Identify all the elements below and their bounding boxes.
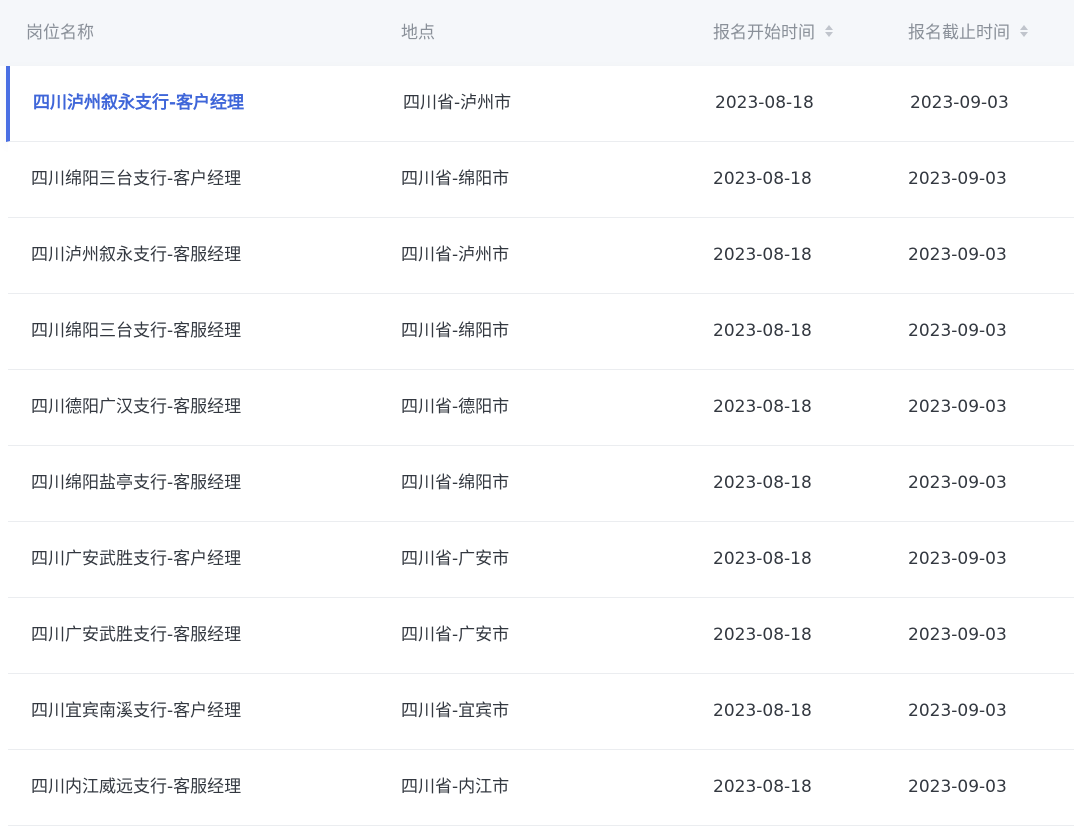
table-row[interactable]: 四川宜宾南溪支行-客户经理 四川省-宜宾市 2023-08-18 2023-09-03 xyxy=(8,674,1074,750)
start-date-cell: 2023-08-18 xyxy=(713,169,812,189)
position-name-cell[interactable]: 四川内江威远支行-客服经理 xyxy=(31,750,241,825)
table-row[interactable]: 四川绵阳盐亭支行-客服经理 四川省-绵阳市 2023-08-18 2023-09-03 xyxy=(8,446,1074,522)
job-table: 岗位名称 地点 报名开始时间 报名截止时间 四川泸州叙永支行-客户经理四川省-泸… xyxy=(0,0,1074,830)
position-name-cell[interactable]: 四川绵阳三台支行-客户经理 xyxy=(31,142,241,217)
start-date-cell: 2023-08-18 xyxy=(713,549,812,569)
end-date-cell: 2023-09-03 xyxy=(908,549,1007,569)
location-cell: 四川省-广安市 xyxy=(401,549,510,569)
position-name-cell[interactable]: 四川泸州叙永支行-客户经理 xyxy=(33,66,244,141)
end-date-cell: 2023-09-03 xyxy=(908,397,1007,417)
position-name-cell[interactable]: 四川绵阳三台支行-客服经理 xyxy=(31,294,241,369)
table-row[interactable]: 四川泸州叙永支行-客服经理 四川省-泸州市 2023-08-18 2023-09-03 xyxy=(8,218,1074,294)
start-date-cell: 2023-08-18 xyxy=(713,625,812,645)
table-row[interactable]: 四川广安武胜支行-客户经理 四川省-广安市 2023-08-18 2023-09-03 xyxy=(8,522,1074,598)
sort-icon[interactable] xyxy=(824,22,834,40)
column-header-label: 报名截止时间 xyxy=(908,23,1010,43)
start-date-cell: 2023-08-18 xyxy=(713,777,812,797)
table-header: 岗位名称 地点 报名开始时间 报名截止时间 xyxy=(0,0,1074,66)
end-date-cell: 2023-09-03 xyxy=(908,625,1007,645)
end-date-cell: 2023-09-03 xyxy=(908,321,1007,341)
table-row[interactable]: 四川绵阳三台支行-客服经理 四川省-绵阳市 2023-08-18 2023-09-03 xyxy=(8,294,1074,370)
position-name-cell[interactable]: 四川广安武胜支行-客户经理 xyxy=(31,522,241,597)
position-name-cell[interactable]: 四川广安武胜支行-客服经理 xyxy=(31,598,241,673)
start-date-cell: 2023-08-18 xyxy=(713,473,812,493)
table-row[interactable]: 四川绵阳三台支行-客户经理 四川省-绵阳市 2023-08-18 2023-09-03 xyxy=(8,142,1074,218)
end-date-cell: 2023-09-03 xyxy=(908,245,1007,265)
location-cell: 四川省-泸州市 xyxy=(401,245,510,265)
location-cell: 四川省-绵阳市 xyxy=(401,321,510,341)
location-cell: 四川省-绵阳市 xyxy=(401,473,510,493)
start-date-cell: 2023-08-18 xyxy=(715,93,814,113)
location-cell: 四川省-广安市 xyxy=(401,625,510,645)
location-cell: 四川省-德阳市 xyxy=(401,397,510,417)
end-date-cell: 2023-09-03 xyxy=(908,701,1007,721)
end-date-cell: 2023-09-03 xyxy=(908,777,1007,797)
sort-icon[interactable] xyxy=(1019,22,1029,40)
start-date-cell: 2023-08-18 xyxy=(713,321,812,341)
end-date-cell: 2023-09-03 xyxy=(910,93,1009,113)
start-date-cell: 2023-08-18 xyxy=(713,245,812,265)
start-date-cell: 2023-08-18 xyxy=(713,701,812,721)
location-cell: 四川省-泸州市 xyxy=(403,93,512,113)
column-header-label: 地点 xyxy=(401,23,435,43)
end-date-cell: 2023-09-03 xyxy=(908,473,1007,493)
table-row[interactable]: 四川泸州叙永支行-客户经理 四川省-泸州市 2023-08-18 2023-09-03 xyxy=(6,66,1074,142)
column-header-location: 地点 xyxy=(401,0,435,66)
table-row[interactable]: 四川德阳广汉支行-客服经理 四川省-德阳市 2023-08-18 2023-09-03 xyxy=(8,370,1074,446)
start-date-cell: 2023-08-18 xyxy=(713,397,812,417)
column-header-end-date[interactable]: 报名截止时间 xyxy=(908,0,1029,66)
location-cell: 四川省-宜宾市 xyxy=(401,701,510,721)
position-name-cell[interactable]: 四川绵阳盐亭支行-客服经理 xyxy=(31,446,241,521)
table-row[interactable]: 四川内江威远支行-客服经理 四川省-内江市 2023-08-18 2023-09-03 xyxy=(8,750,1074,826)
position-name-cell[interactable]: 四川泸州叙永支行-客服经理 xyxy=(31,218,241,293)
location-cell: 四川省-绵阳市 xyxy=(401,169,510,189)
end-date-cell: 2023-09-03 xyxy=(908,169,1007,189)
location-cell: 四川省-内江市 xyxy=(401,777,510,797)
table-row[interactable]: 四川广安武胜支行-客服经理 四川省-广安市 2023-08-18 2023-09-03 xyxy=(8,598,1074,674)
position-name-cell[interactable]: 四川德阳广汉支行-客服经理 xyxy=(31,370,241,445)
column-header-label: 报名开始时间 xyxy=(713,23,815,43)
column-header-start-date[interactable]: 报名开始时间 xyxy=(713,0,834,66)
position-name-cell[interactable]: 四川宜宾南溪支行-客户经理 xyxy=(31,674,241,749)
column-header-position-name: 岗位名称 xyxy=(26,0,94,66)
column-header-label: 岗位名称 xyxy=(26,23,94,43)
